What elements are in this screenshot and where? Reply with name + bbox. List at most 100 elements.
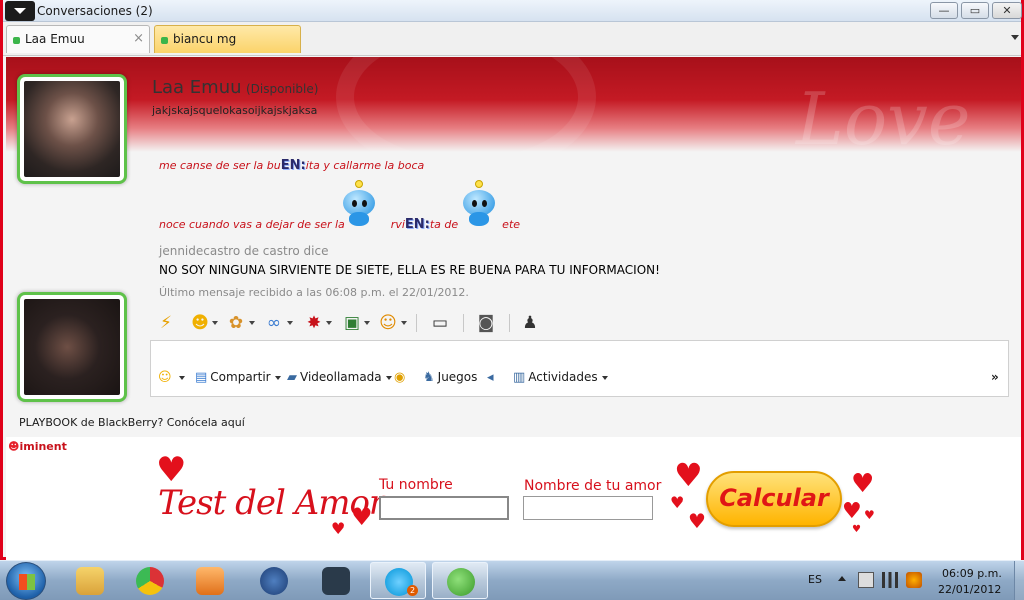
activities-button[interactable]: ▥ Actividades (513, 370, 608, 385)
contact-personal-message: jakjskajsquelokasoijkajskjaksa (152, 104, 318, 117)
chevron-down-icon (601, 375, 608, 380)
your-name-label: Tu nombre (379, 477, 453, 493)
window-menu-button[interactable] (5, 1, 35, 21)
chevron-down-icon (178, 375, 185, 380)
heart-icon: ♥ (851, 469, 875, 499)
chao-emoticon-icon (337, 180, 379, 228)
language-indicator[interactable]: ES (808, 573, 822, 586)
games-icon: ♞ (423, 370, 435, 385)
messenger-task[interactable] (432, 562, 488, 599)
promo-link[interactable]: PLAYBOOK de BlackBerry? Conócela aquí (19, 416, 245, 429)
chevron-down-icon[interactable] (401, 321, 407, 325)
en-emoticon: EN: (280, 158, 306, 173)
start-button[interactable] (6, 562, 46, 600)
device-icon[interactable] (858, 572, 874, 588)
chrome-icon (136, 567, 164, 595)
smiley-icon: ☺ (158, 370, 172, 385)
clock-time[interactable]: 06:09 p.m. (942, 567, 1002, 580)
heart-icon: ♥ (331, 519, 346, 538)
ad-banner: ☻iminent Test del Amor Tu nombre Nombre … (6, 437, 1021, 560)
minimize-button[interactable]: — (930, 2, 958, 19)
nudge-icon[interactable]: ⚡ (155, 312, 177, 334)
smiley-icon[interactable]: ☻ (189, 312, 211, 334)
show-desktop-button[interactable] (1014, 561, 1024, 600)
heart-icon: ♥ (842, 499, 862, 524)
heart-icon: ♥ (670, 493, 685, 512)
your-name-input[interactable] (379, 496, 509, 520)
clock-date[interactable]: 22/01/2012 (938, 583, 1001, 596)
calculate-button[interactable]: Calcular (706, 471, 842, 527)
message-text: ita y callarme la boca (305, 159, 425, 172)
tab-label: biancu mg (173, 32, 237, 46)
title-bar: Conversaciones (2) — ▭ ✕ (3, 0, 1022, 22)
wink-emoticon-icon[interactable]: ✿ (225, 312, 247, 334)
voice-clip-button[interactable]: ◉ (394, 370, 408, 385)
love-name-input[interactable] (523, 496, 653, 520)
explorer-task[interactable] (62, 562, 118, 599)
tv-icon[interactable]: ▭ (429, 312, 451, 334)
more-options-button[interactable]: » (991, 370, 999, 384)
media-player-task[interactable] (182, 562, 238, 599)
winks-icon[interactable]: ☺ (377, 312, 399, 334)
share-label: Compartir (210, 370, 271, 384)
iminent-brand: iminent (19, 440, 67, 453)
tab-list-chevron-icon[interactable] (1011, 35, 1019, 40)
toolbar-divider (463, 314, 464, 332)
en-emoticon: EN: (404, 217, 430, 232)
taskbar: 2 ES 06:09 p.m. 22/01/2012 (0, 560, 1024, 600)
chevron-down-icon[interactable] (212, 321, 218, 325)
tab-laa-emuu[interactable]: Laa Emuu × (6, 25, 150, 53)
chevron-down-icon[interactable] (287, 321, 293, 325)
contact-name: Laa Emuu (152, 77, 242, 98)
webcam-icon: ▰ (287, 370, 297, 385)
hp-task[interactable] (246, 562, 302, 599)
skype-task[interactable]: 2 (370, 562, 426, 599)
security-icon[interactable] (906, 572, 922, 588)
heart-icon: ♥ (688, 509, 706, 533)
iminent-logo[interactable]: ☻iminent (8, 440, 67, 453)
glasses-icon[interactable]: ∞ (263, 312, 285, 334)
input-toolbar: ☺ ▤ Compartir ▰ Videollamada ◉ ♞ Juegos ◂ ▥… (158, 370, 1003, 390)
online-status-icon (13, 37, 20, 44)
emoticon-menu-button[interactable]: ☺ (158, 370, 185, 385)
gamepad-icon[interactable]: ◙ (475, 312, 497, 334)
conversation-tabs: Laa Emuu × biancu mg (3, 22, 1021, 56)
contact-avatar[interactable] (17, 74, 127, 184)
sender-line: jennidecastro de castro dice (159, 244, 329, 258)
videocall-button[interactable]: ▰ Videollamada (287, 370, 392, 385)
close-button[interactable]: ✕ (992, 2, 1022, 19)
activities-icon: ▥ (513, 370, 526, 385)
maximize-button[interactable]: ▭ (961, 2, 989, 19)
tab-biancu-mg[interactable]: biancu mg (154, 25, 301, 53)
add-contact-icon[interactable]: ♟ (519, 312, 541, 334)
iminent-logo-icon: ☻ (8, 440, 20, 453)
chevron-down-icon (385, 375, 392, 380)
games-button[interactable]: ♞ Juegos (423, 370, 477, 385)
chrome-task[interactable] (122, 562, 178, 599)
last-message-info: Último mensaje recibido a las 06:08 p.m.… (159, 286, 469, 299)
media-center-task[interactable] (308, 562, 364, 599)
banner-swirl (336, 57, 596, 152)
games-label: Juegos (437, 370, 478, 384)
tray-expand-icon[interactable] (838, 576, 846, 581)
chevron-down-icon[interactable] (364, 321, 370, 325)
toolbar-divider (416, 314, 417, 332)
messenger-icon (447, 568, 475, 596)
share-icon: ▤ (195, 370, 208, 385)
video-clip-icon[interactable]: ▣ (341, 312, 363, 334)
sender-message: NO SOY NINGUNA SIRVIENTE DE SIETE, ELLA … (159, 263, 660, 277)
dynamite-icon[interactable]: ✸ (303, 312, 325, 334)
skype-badge: 2 (407, 585, 418, 596)
chevron-down-icon[interactable] (249, 321, 255, 325)
sound-button[interactable]: ◂ (487, 370, 497, 385)
network-signal-icon[interactable] (882, 572, 898, 588)
heart-icon: ♥ (156, 450, 187, 490)
messenger-window: Conversaciones (2) — ▭ ✕ Laa Emuu × bian… (0, 0, 1024, 560)
chao-emoticon-icon (457, 180, 499, 228)
activities-label: Actividades (528, 370, 598, 384)
speaker-icon: ◂ (487, 370, 494, 385)
self-avatar[interactable] (17, 292, 127, 402)
tab-close-icon[interactable]: × (133, 31, 144, 46)
share-button[interactable]: ▤ Compartir (195, 370, 281, 385)
chevron-down-icon[interactable] (326, 321, 332, 325)
